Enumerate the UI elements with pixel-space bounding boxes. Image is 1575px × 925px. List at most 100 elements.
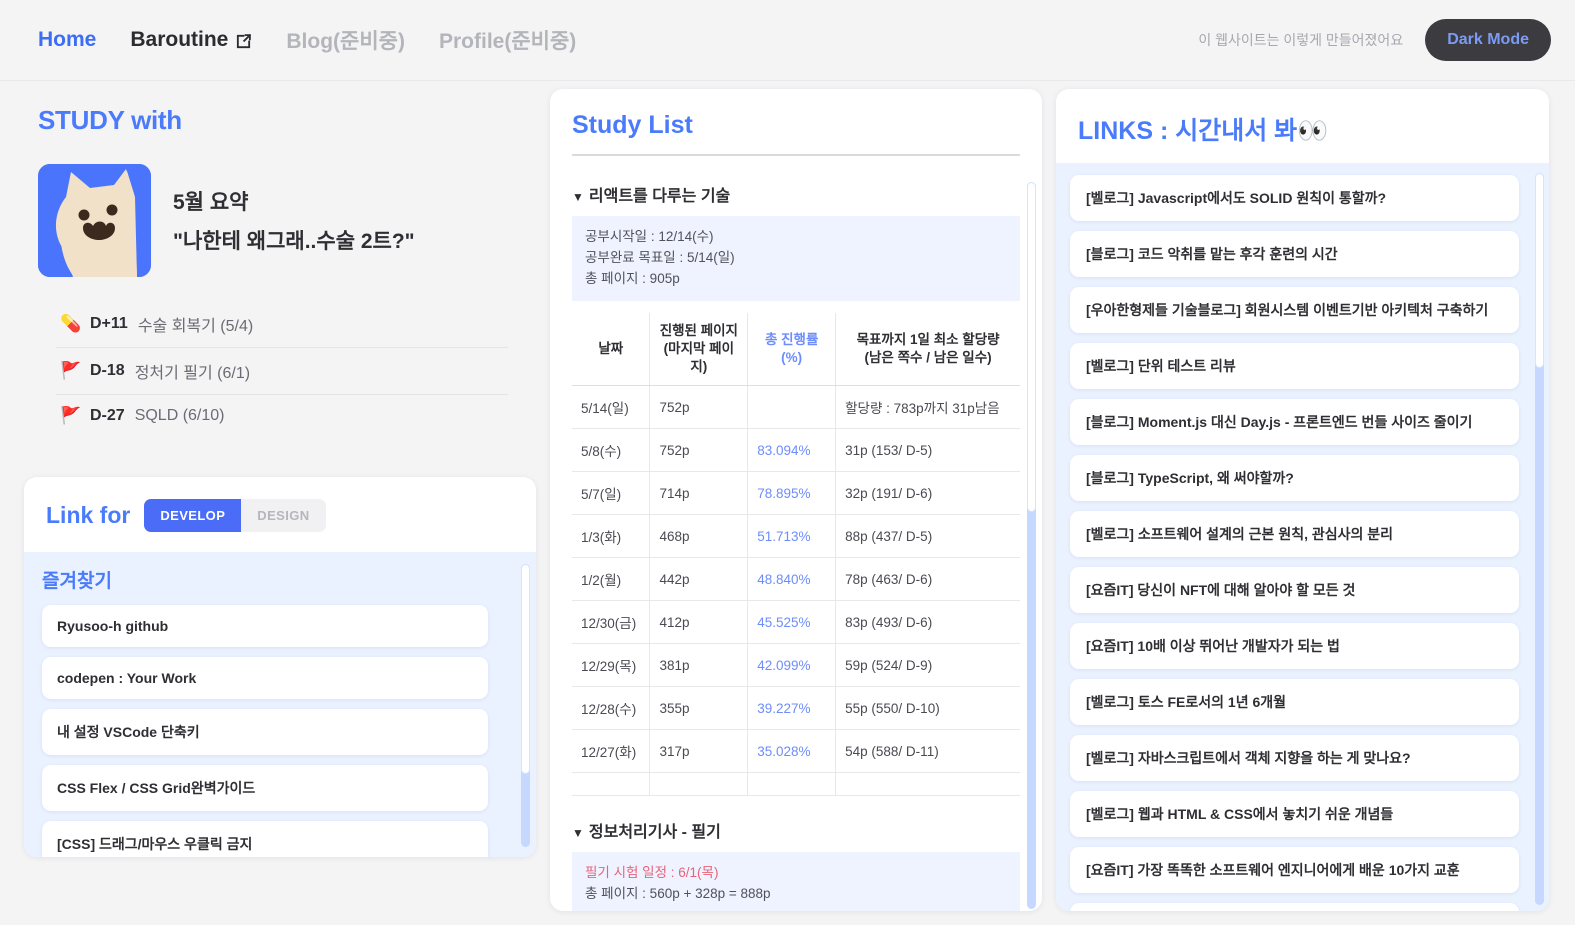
list-item[interactable]: [요즘IT] 당신이 NFT에 대해 알아야 할 모든 것 — [1070, 567, 1519, 613]
list-item[interactable]: [요즘IT] 가장 똑똑한 소프트웨어 엔지니어에게 배운 10가지 교훈 — [1070, 847, 1519, 893]
nav-item-baroutine[interactable]: Baroutine — [130, 28, 252, 52]
cell-quota: 32p (191/ D-6) — [835, 471, 1020, 516]
cell-date: 12/30(금) — [572, 600, 651, 645]
list-item[interactable]: [우아한형제들 기술블로그] 회원시스템 이벤트기반 아키텍처 구축하기 — [1070, 287, 1519, 333]
favorites-scrollbar[interactable] — [521, 564, 530, 847]
dark-mode-toggle-button[interactable]: Dark Mode — [1425, 19, 1551, 61]
cat-avatar — [38, 164, 151, 277]
study-with-title: STUDY with — [38, 105, 182, 135]
flag-icon: 🚩 — [60, 361, 82, 380]
list-item[interactable]: [요즘IT] 10배 이상 뛰어난 개발자가 되는 법 — [1070, 623, 1519, 669]
links-scrollbar[interactable] — [1535, 173, 1544, 905]
cell-date: 5/14(일) — [572, 385, 651, 430]
list-item[interactable]: [블로그] TypeScript, 왜 써야할까? — [1070, 455, 1519, 501]
links-header: LINKS : 시간내서 봐👀 — [1056, 89, 1549, 163]
link-for-title: Link for — [46, 502, 131, 528]
cell-empty — [572, 772, 651, 797]
cell-empty — [747, 772, 837, 797]
cell-page: 412p — [649, 600, 749, 645]
col-header-percent-l1: 총 진행률 — [764, 331, 819, 347]
cell-quota: 83p (493/ D-6) — [835, 600, 1020, 645]
cell-percent — [747, 385, 837, 430]
top-navigation-bar: Home Baroutine Blog(준비중) Profile(준비중) 이 … — [0, 0, 1575, 81]
cell-page: 317p — [649, 729, 749, 774]
cell-empty — [835, 772, 1020, 797]
study-list-scrollbar[interactable] — [1027, 182, 1036, 909]
cell-page: 468p — [649, 514, 749, 559]
table-row: 12/30(금) 412p 45.525% 83p (493/ D-6) — [572, 600, 1020, 645]
cell-percent: 78.895% — [747, 471, 837, 516]
list-item[interactable]: codepen : Your Work — [42, 657, 488, 699]
list-item[interactable]: [벨로그] Javascript에서도 SOLID 원칙이 통할까? — [1070, 175, 1519, 221]
info-exam-date: 필기 시험 일정 : 6/1(목) — [585, 865, 719, 881]
study-with-section: STUDY with 5월 요약 "나한테 왜그래..수술 2트?" 💊 D+1… — [24, 89, 536, 437]
nav-item-baroutine-label: Baroutine — [130, 28, 229, 51]
list-item[interactable]: [벨로그] 웹과 HTML & CSS에서 놓치기 쉬운 개념들 — [1070, 791, 1519, 837]
table-row: 5/14(일) 752p 할당량 : 783p까지 31p남음 — [572, 385, 1020, 430]
nav-item-blog[interactable]: Blog(준비중) — [286, 25, 405, 55]
tab-develop[interactable]: DEVELOP — [144, 499, 242, 532]
divider — [572, 154, 1020, 156]
cell-percent: 45.525% — [747, 600, 837, 645]
list-item[interactable]: [벨로그] 토스 FE로서의 1년 6개월 — [1070, 679, 1519, 725]
list-item[interactable]: [벨로그] 자바스크립트에서 객체 지향을 하는 게 맞나요? — [1070, 735, 1519, 781]
table-body: 5/14(일) 752p 할당량 : 783p까지 31p남음 5/8(수) 7… — [572, 385, 1020, 797]
tab-design[interactable]: DESIGN — [241, 499, 326, 532]
dday-code: D+11 — [90, 315, 128, 332]
dday-label: SQLD (6/10) — [134, 407, 225, 424]
made-with-text[interactable]: 이 웹사이트는 이렇게 만들어졌어요 — [1198, 30, 1403, 50]
list-item[interactable]: 내 설정 VSCode 단축키 — [42, 709, 488, 755]
dday-item[interactable]: 🚩 D-18 정처기 필기 (6/1) — [56, 348, 508, 395]
scrollbar-thumb[interactable] — [1535, 173, 1544, 368]
table-row: 12/27(화) 317p 35.028% 54p (588/ D-11) — [572, 729, 1020, 774]
table-row: 1/3(화) 468p 51.713% 88p (437/ D-5) — [572, 514, 1020, 559]
list-item[interactable]: CSS Flex / CSS Grid완벽가이드 — [42, 765, 488, 811]
col-header-quota-l2: (남은 쪽수 / 남은 일수) — [864, 350, 992, 366]
study-section-name: 리액트를 다루는 기술 — [588, 188, 731, 205]
col-header-date: 날짜 — [572, 312, 651, 387]
cell-date: 12/29(목) — [572, 643, 651, 688]
list-item[interactable]: [블로그] Moment.js 대신 Day.js - 프론트엔드 번들 사이즈… — [1070, 399, 1519, 445]
page-content: STUDY with 5월 요약 "나한테 왜그래..수술 2트?" 💊 D+1… — [0, 81, 1575, 925]
dday-code: D-27 — [90, 407, 125, 424]
cell-date: 1/3(화) — [572, 514, 651, 559]
cell-percent: 42.099% — [747, 643, 837, 688]
cell-quota: 할당량 : 783p까지 31p남음 — [835, 385, 1020, 430]
pill-icon: 💊 — [60, 314, 82, 333]
left-column: STUDY with 5월 요약 "나한테 왜그래..수술 2트?" 💊 D+1… — [24, 81, 536, 925]
dday-code: D-18 — [90, 362, 125, 379]
list-item[interactable]: [블로그] 온라인 트리를 만든 산타들의 이야기 — [1070, 903, 1519, 911]
summary-text-block: 5월 요약 "나한테 왜그래..수술 2트?" — [173, 186, 415, 255]
links-card: LINKS : 시간내서 봐👀 [벨로그] Javascript에서도 SOLI… — [1056, 89, 1549, 911]
scrollbar-thumb[interactable] — [1027, 182, 1036, 512]
cell-quota: 88p (437/ D-5) — [835, 514, 1020, 559]
favorites-panel: 즐겨찾기 Ryusoo-h github codepen : Your Work… — [24, 552, 536, 857]
list-item[interactable]: [벨로그] 단위 테스트 리뷰 — [1070, 343, 1519, 389]
study-section-header-react[interactable]: ▼ 리액트를 다루는 기술 — [572, 168, 1020, 216]
cell-quota: 55p (550/ D-10) — [835, 686, 1020, 731]
list-item[interactable]: Ryusoo-h github — [42, 605, 488, 647]
study-list-card: Study List ▼ 리액트를 다루는 기술 공부시작일 : 12/14(수)… — [550, 89, 1042, 911]
chevron-down-icon: ▼ — [572, 190, 584, 204]
nav-item-profile[interactable]: Profile(준비중) — [439, 25, 576, 55]
list-item[interactable]: [벨로그] 소프트웨어 설계의 근본 원칙, 관심사의 분리 — [1070, 511, 1519, 557]
scrollbar-thumb[interactable] — [521, 564, 530, 774]
dday-item[interactable]: 💊 D+11 수술 회복기 (5/4) — [56, 301, 508, 348]
links-title: LINKS : 시간내서 봐👀 — [1078, 117, 1329, 145]
col-header-percent-l2: (%) — [781, 350, 803, 366]
study-section-header-engineer[interactable]: ▼ 정보처리기사 - 필기 — [572, 796, 1020, 852]
info-start-date: 공부시작일 : 12/14(수) — [585, 229, 714, 244]
table-header-row: 날짜 진행된 페이지 (마지막 페이지) 총 진행률 (%) 목표까지 1일 최… — [572, 312, 1020, 387]
col-header-pages: 진행된 페이지 (마지막 페이지) — [649, 312, 749, 387]
nav-item-home[interactable]: Home — [38, 28, 96, 52]
col-header-pages-l1: 진행된 페이지 — [659, 322, 738, 338]
cell-empty — [649, 772, 749, 797]
middle-column: Study List ▼ 리액트를 다루는 기술 공부시작일 : 12/14(수)… — [550, 81, 1042, 925]
dday-item[interactable]: 🚩 D-27 SQLD (6/10) — [56, 395, 508, 437]
table-row: 12/29(목) 381p 42.099% 59p (524/ D-9) — [572, 643, 1020, 688]
list-item[interactable]: [블로그] 코드 악취를 맡는 후각 훈련의 시간 — [1070, 231, 1519, 277]
cell-page: 714p — [649, 471, 749, 516]
list-item[interactable]: [CSS] 드래그/마우스 우클릭 금지 — [42, 821, 488, 857]
links-body: [벨로그] Javascript에서도 SOLID 원칙이 통할까? [블로그]… — [1056, 163, 1549, 911]
study-list-header: Study List — [550, 89, 1042, 168]
